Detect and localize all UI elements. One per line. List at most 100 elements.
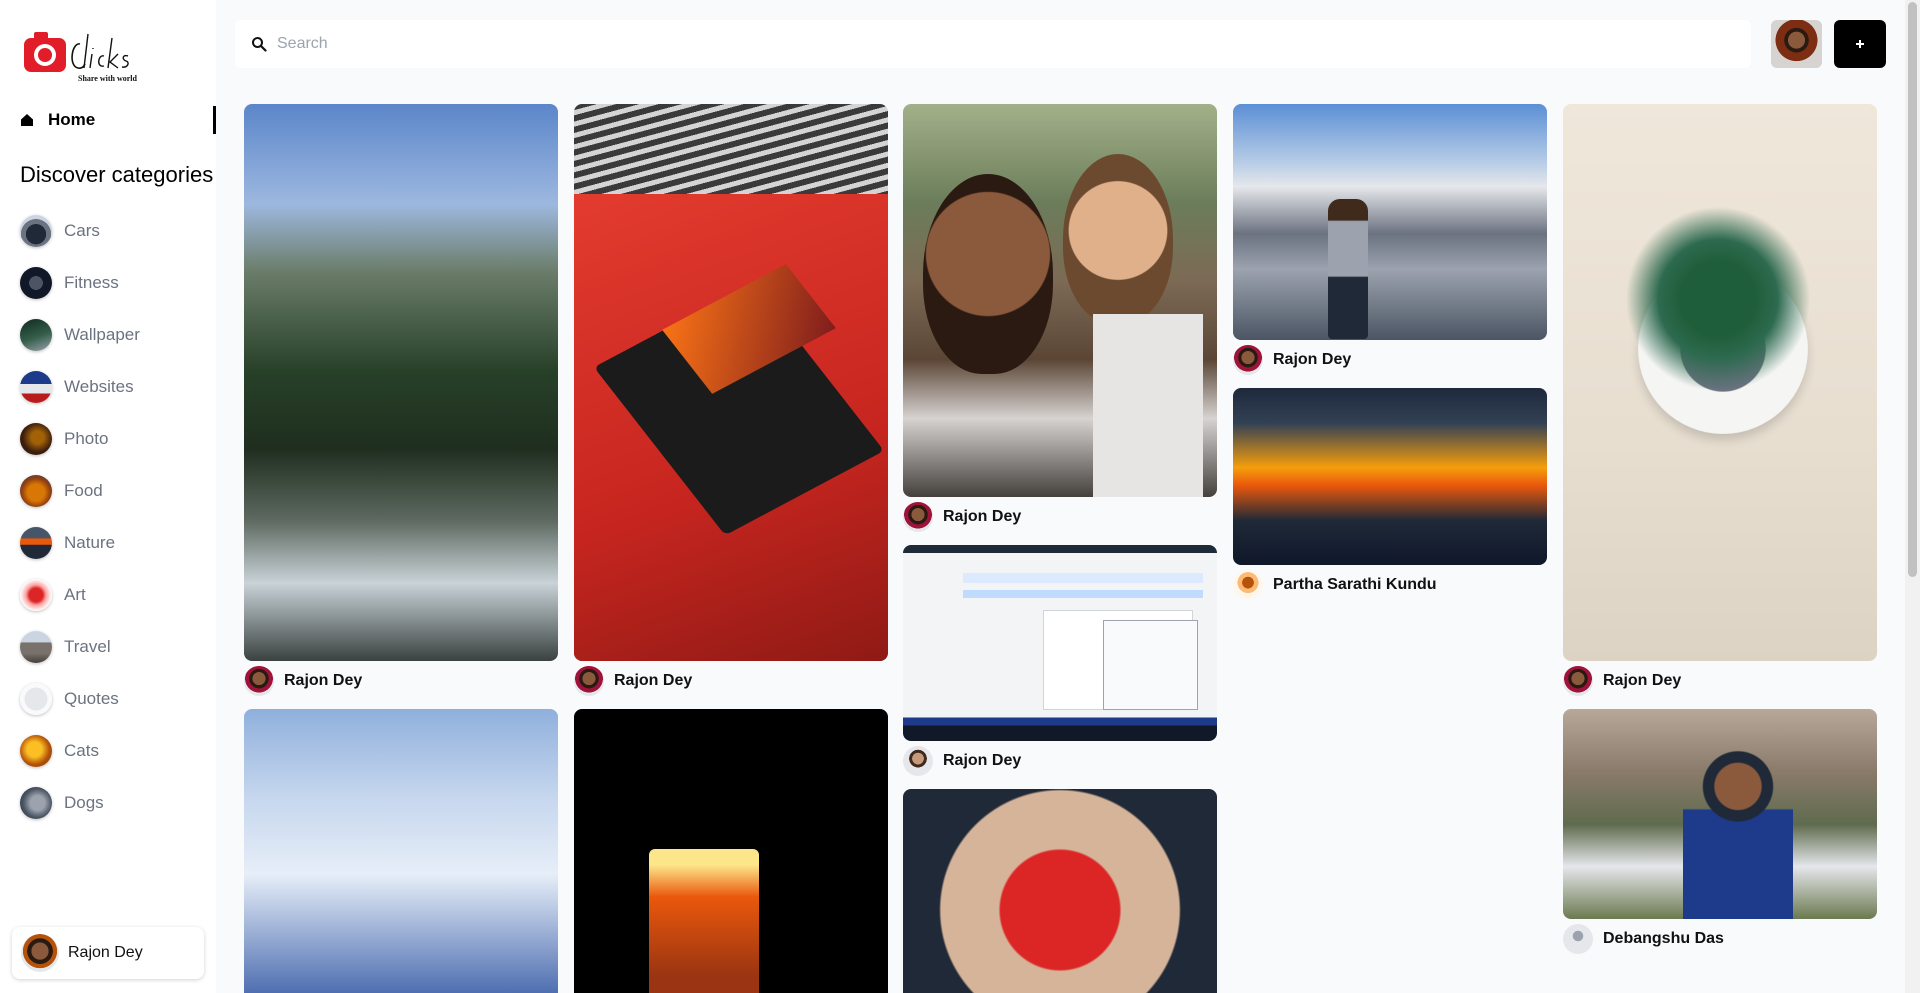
profile-avatar-button[interactable] [1771, 20, 1822, 68]
category-thumbnail [20, 475, 52, 507]
category-label: Wallpaper [64, 325, 140, 344]
search-input[interactable] [277, 35, 1751, 53]
avatar [1563, 924, 1593, 954]
category-item-dogs[interactable]: Dogs [20, 777, 140, 829]
category-item-nature[interactable]: Nature [20, 517, 140, 569]
category-label: Nature [64, 533, 116, 552]
pin-image[interactable] [903, 545, 1217, 741]
category-item-wallpaper[interactable]: Wallpaper [20, 309, 140, 361]
pin-image[interactable] [574, 104, 888, 661]
pin-card[interactable] [903, 789, 1217, 993]
person-face [923, 174, 1053, 374]
plus-icon [1856, 40, 1864, 48]
avatar [21, 934, 59, 972]
category-thumbnail [20, 423, 52, 455]
pin-author[interactable]: Rajon Dey [574, 661, 888, 701]
pin-author[interactable]: Rajon Dey [903, 741, 1217, 781]
category-item-food[interactable]: Food [20, 465, 140, 517]
category-label: Cats [64, 741, 99, 760]
app-root: Share with world Home Discover categorie… [0, 0, 1920, 993]
add-pin-button[interactable] [1834, 20, 1886, 68]
svg-text:Share with world: Share with world [78, 74, 138, 83]
avatar [903, 746, 933, 776]
category-label: Photo [64, 429, 109, 448]
pin-card[interactable]: Rajon Dey [574, 104, 888, 701]
pin-card[interactable]: Rajon Dey [903, 104, 1217, 537]
pin-author-name: Rajon Dey [943, 508, 1022, 525]
scrollbar-thumb[interactable] [1908, 2, 1917, 577]
pin-card[interactable]: Rajon Dey [903, 545, 1217, 781]
nav-home-label: Home [48, 110, 96, 129]
page-scrollbar[interactable] [1905, 0, 1920, 993]
pin-author[interactable]: Rajon Dey [903, 497, 1217, 537]
succulent-leaves [1618, 189, 1818, 389]
pin-image[interactable] [903, 789, 1217, 993]
category-thumbnail [20, 267, 52, 299]
category-thumbnail [20, 215, 52, 247]
category-label: Fitness [64, 273, 119, 292]
pin-card[interactable] [244, 709, 558, 993]
sidebar: Share with world Home Discover categorie… [0, 0, 216, 993]
cocktail-glass [649, 849, 759, 993]
pin-author[interactable]: Debangshu Das [1563, 919, 1877, 959]
pin-author[interactable]: Rajon Dey [1563, 661, 1877, 701]
category-thumbnail [20, 787, 52, 819]
category-label: Quotes [64, 689, 119, 708]
pin-author-name: Debangshu Das [1603, 930, 1724, 947]
pin-author[interactable]: Rajon Dey [1233, 340, 1547, 380]
pin-card[interactable]: Rajon Dey [1233, 104, 1547, 380]
category-item-cars[interactable]: Cars [20, 205, 140, 257]
pin-image[interactable] [244, 709, 558, 993]
avatar [903, 502, 933, 532]
pin-image[interactable] [574, 709, 888, 993]
pin-image[interactable] [1233, 104, 1547, 340]
current-user-card[interactable]: Rajon Dey [12, 927, 204, 979]
category-thumbnail [20, 683, 52, 715]
brand-logo[interactable]: Share with world [22, 26, 172, 86]
pin-author-name: Rajon Dey [284, 672, 363, 689]
pin-image[interactable] [1233, 388, 1547, 565]
category-label: Art [64, 585, 86, 604]
search-bar[interactable] [235, 20, 1751, 68]
avatar [244, 666, 274, 696]
category-item-photo[interactable]: Photo [20, 413, 140, 465]
category-label: Cars [64, 221, 100, 240]
category-item-quotes[interactable]: Quotes [20, 673, 140, 725]
pin-author[interactable]: Rajon Dey [244, 661, 558, 701]
category-item-travel[interactable]: Travel [20, 621, 140, 673]
category-thumbnail [20, 319, 52, 351]
current-user-name: Rajon Dey [68, 944, 143, 961]
category-label: Travel [64, 637, 111, 656]
pin-author[interactable]: Partha Sarathi Kundu [1233, 565, 1547, 605]
discover-title: Discover categories [20, 162, 214, 187]
avatar [1563, 666, 1593, 696]
hiker-figure [1328, 199, 1368, 339]
pin-author-name: Rajon Dey [1603, 672, 1682, 689]
pin-image[interactable] [1563, 709, 1877, 919]
category-item-art[interactable]: Art [20, 569, 140, 621]
category-item-fitness[interactable]: Fitness [20, 257, 140, 309]
pin-card[interactable]: Rajon Dey [1563, 104, 1877, 701]
category-thumbnail [20, 735, 52, 767]
category-label: Food [64, 481, 103, 500]
pin-author-name: Rajon Dey [943, 752, 1022, 769]
category-label: Dogs [64, 793, 104, 812]
pin-image[interactable] [244, 104, 558, 661]
category-thumbnail [20, 631, 52, 663]
category-thumbnail [20, 527, 52, 559]
pin-author-name: Rajon Dey [614, 672, 693, 689]
pin-image[interactable] [903, 104, 1217, 497]
pin-card[interactable]: Debangshu Das [1563, 709, 1877, 959]
pin-image[interactable] [1563, 104, 1877, 661]
home-icon [21, 114, 33, 126]
category-thumbnail [20, 371, 52, 403]
pin-card[interactable]: Partha Sarathi Kundu [1233, 388, 1547, 605]
category-item-websites[interactable]: Websites [20, 361, 140, 413]
nav-home[interactable]: Home [20, 106, 216, 134]
category-item-cats[interactable]: Cats [20, 725, 140, 777]
pin-card[interactable]: Rajon Dey [244, 104, 558, 701]
pin-card[interactable] [574, 709, 888, 993]
category-list: Cars Fitness Wallpaper Websites Photo Fo… [20, 205, 140, 829]
person-shirt [1093, 314, 1203, 497]
person-figure [1683, 749, 1793, 919]
